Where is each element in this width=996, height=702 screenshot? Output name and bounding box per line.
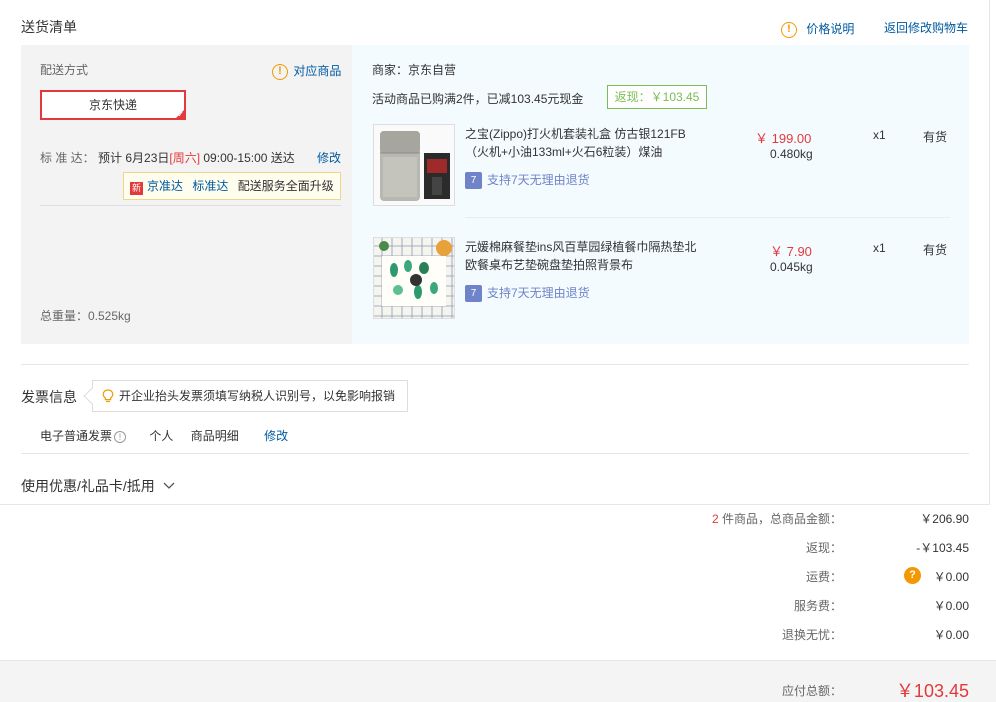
delivery-eta: 标 准 达： 预计 6月23日[周六] 09:00-15:00 送达 xyxy=(40,149,295,166)
jd-precise-link[interactable]: 京准达 xyxy=(147,179,183,193)
activity-text: 活动商品已购满2件，已减103.45元现金 xyxy=(372,92,584,106)
divider xyxy=(40,205,341,206)
summary-return-worry-free: 退换无忧： ￥0.00 xyxy=(0,626,996,646)
return-value: ￥0.00 xyxy=(933,628,969,642)
shipping-method-label: 配送方式 xyxy=(40,63,89,77)
new-badge: 新 xyxy=(130,182,143,195)
standard-label: 标 准 达： xyxy=(40,151,95,165)
payable-total-bar: 应付总额： ￥103.45 xyxy=(0,660,996,702)
rebate-label: 返现： xyxy=(805,541,842,555)
placemat-image xyxy=(374,238,454,318)
summary-service-fee: 服务费： ￥0.00 xyxy=(0,597,996,617)
product-image[interactable] xyxy=(373,237,455,319)
question-icon[interactable]: ? xyxy=(904,567,921,584)
seller-name: 商家：京东自营 xyxy=(372,63,457,77)
delivery-upgrade-tip: 新京准达 标准达 配送服务全面升级 xyxy=(123,172,341,200)
warning-circle-icon: ! xyxy=(272,63,288,80)
service-label: 支持7天无理由退货 xyxy=(487,173,590,187)
service-fee-label: 服务费： xyxy=(793,599,842,613)
freight-label: 运费： xyxy=(805,570,842,584)
product-weight: 0.480kg xyxy=(770,147,813,161)
coupon-label: 使用优惠/礼品卡/抵用 xyxy=(21,478,155,494)
coupon-toggle[interactable]: 使用优惠/礼品卡/抵用 xyxy=(21,476,175,496)
goods-total-value: ￥206.90 xyxy=(920,512,969,526)
service-7day-icon: 7 xyxy=(465,285,482,303)
upgrade-text: 配送服务全面升级 xyxy=(237,179,334,193)
product-price: ￥ 199.00 xyxy=(755,131,812,146)
summary-rebate: 返现： -￥103.45 xyxy=(0,539,996,559)
divider xyxy=(0,504,990,505)
divider xyxy=(21,453,969,454)
price-note-link[interactable]: ! 价格说明 xyxy=(781,20,854,38)
shipping-option-label: 京东快递 xyxy=(88,98,137,112)
invoice-details: 电子普通发票! 个人 商品明细 修改 xyxy=(40,427,288,444)
total-weight: 总重量：0.525kg xyxy=(40,309,131,323)
checkmark-icon: ✓ xyxy=(177,110,184,119)
invoice-modify-link[interactable]: 修改 xyxy=(264,429,288,443)
eta-weekday: [周六] xyxy=(169,151,201,165)
return-label: 退换无忧： xyxy=(781,628,842,642)
product-qty: x1 xyxy=(873,241,886,255)
eta-date: 预计 6月23日 xyxy=(98,151,170,165)
service-7day: 7 支持7天无理由退货 xyxy=(465,284,590,303)
product-name[interactable]: 元媛棉麻餐垫ins风百草园绿植餐巾隔热垫北欧餐桌布艺垫碗盘垫拍照背景布 xyxy=(465,238,705,274)
goods-count-label: 件商品，总商品金额： xyxy=(718,512,842,526)
section-title: 送货清单 xyxy=(21,19,77,35)
shipping-option-jd-express[interactable]: 京东快递 ✓ xyxy=(40,90,186,120)
freight-value: ￥0.00 xyxy=(933,570,969,584)
standard-delivery-link[interactable]: 标准达 xyxy=(192,179,228,193)
rebate-value: -￥103.45 xyxy=(916,541,969,555)
payable-label: 应付总额： xyxy=(781,684,842,698)
payable-value: ￥103.45 xyxy=(895,681,969,701)
product-qty: x1 xyxy=(873,128,886,142)
invoice-holder: 个人 xyxy=(149,429,174,443)
warning-circle-icon: ! xyxy=(781,21,797,38)
divider xyxy=(989,0,990,505)
goods-count: 2 xyxy=(711,512,719,526)
price-note-label[interactable]: 价格说明 xyxy=(806,22,854,36)
related-goods-label[interactable]: 对应商品 xyxy=(293,64,341,78)
product-stock: 有货 xyxy=(923,243,948,257)
rebate-badge: 返现：￥103.45 xyxy=(607,85,707,109)
service-7day: 7 支持7天无理由退货 xyxy=(465,171,590,190)
zippo-lighter-image xyxy=(374,125,454,205)
product-price: ￥ 7.90 xyxy=(770,244,812,259)
product-stock: 有货 xyxy=(923,130,948,144)
eta-modify-link[interactable]: 修改 xyxy=(317,149,341,166)
chevron-down-icon xyxy=(163,482,175,489)
invoice-tip: 开企业抬头发票须填写纳税人识别号，以免影响报销 xyxy=(83,380,408,412)
divider xyxy=(21,364,969,365)
product-name[interactable]: 之宝(Zippo)打火机套装礼盒 仿古银121FB（火机+小油133ml+火石6… xyxy=(465,125,705,161)
lightbulb-icon xyxy=(102,389,114,403)
info-circle-icon[interactable]: ! xyxy=(114,431,127,443)
service-label: 支持7天无理由退货 xyxy=(487,286,590,300)
invoice-title: 发票信息 xyxy=(21,389,77,405)
service-fee-value: ￥0.00 xyxy=(933,599,969,613)
product-weight: 0.045kg xyxy=(770,260,813,274)
product-image[interactable] xyxy=(373,124,455,206)
related-goods-link[interactable]: ! 对应商品 xyxy=(272,62,341,80)
invoice-content: 商品明细 xyxy=(190,429,239,443)
back-to-cart-link[interactable]: 返回修改购物车 xyxy=(884,19,968,36)
invoice-tip-text: 开企业抬头发票须填写纳税人识别号，以免影响报销 xyxy=(119,389,396,403)
invoice-type: 电子普通发票 xyxy=(40,429,113,443)
summary-freight: 运费： ? ￥0.00 xyxy=(0,567,996,588)
divider xyxy=(465,217,950,218)
eta-time: 09:00-15:00 送达 xyxy=(200,151,295,165)
service-7day-icon: 7 xyxy=(465,172,482,190)
summary-goods-total: 2 件商品，总商品金额： ￥206.90 xyxy=(0,510,996,530)
